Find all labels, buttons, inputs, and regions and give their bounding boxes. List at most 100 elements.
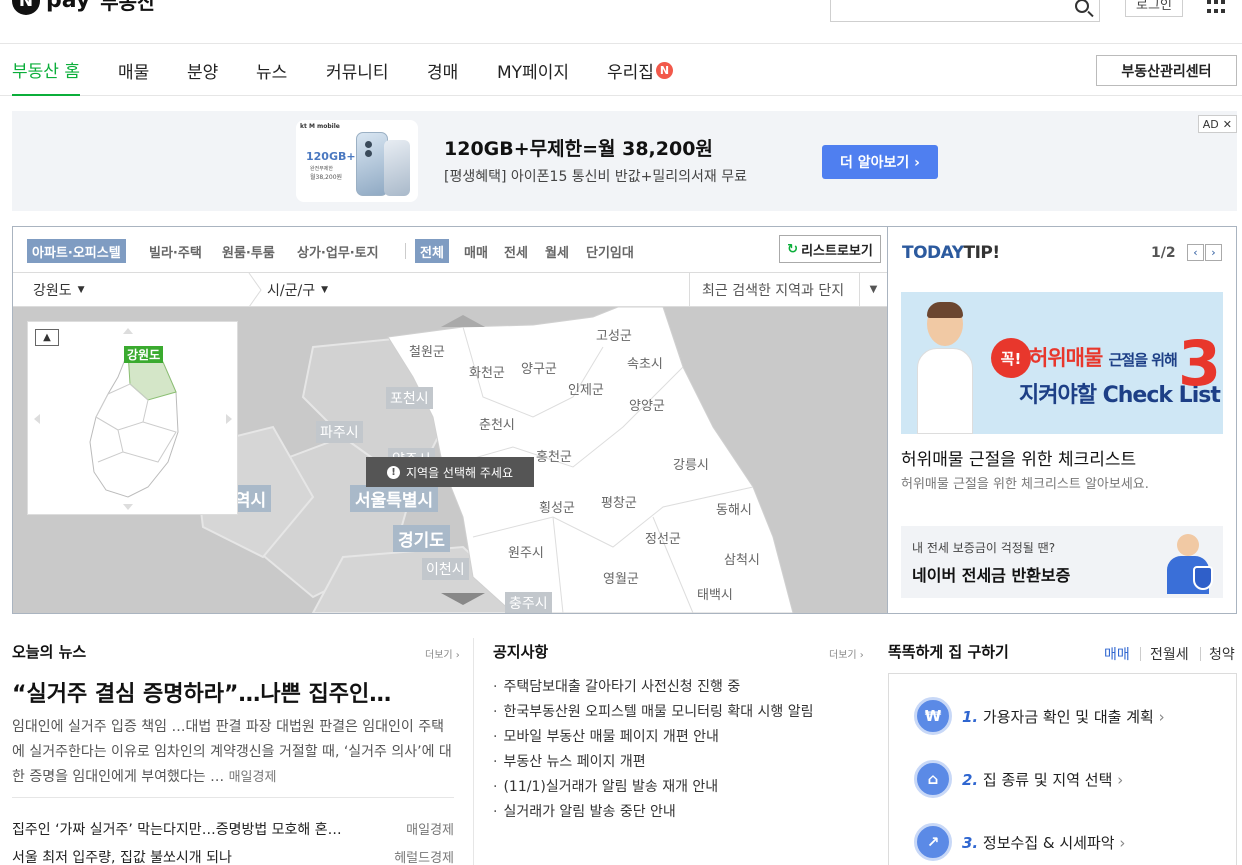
region-yeongwol[interactable]: 영월군 <box>603 568 639 587</box>
next-icon[interactable]: › <box>1205 244 1222 261</box>
notice-item[interactable]: 모바일 부동산 매물 페이지 개편 안내 <box>493 726 718 746</box>
main-nav: 부동산 홈 매물 분양 뉴스 커뮤니티 경매 MY페이지 우리집 N 부동산관리… <box>0 45 1242 96</box>
npay-real-estate-logo[interactable]: N pay 부동산 <box>12 0 155 15</box>
step-number: 2. <box>962 770 979 789</box>
step-item[interactable]: ↗ 3. 정보수집 & 시세파악 › <box>914 822 1125 862</box>
prev-icon[interactable]: ‹ <box>1187 244 1204 261</box>
region-taebaek[interactable]: 태백시 <box>697 584 733 603</box>
step-item[interactable]: ₩ 1. 가용자금 확인 및 대출 계획 › <box>914 696 1165 736</box>
app-grid-icon[interactable] <box>1207 0 1225 14</box>
today-tip-title-b: TIP! <box>963 243 1001 263</box>
man-illustration <box>913 302 977 434</box>
map-panel: 아파트·오피스텔 빌라·주택 원룸·투룸 상가·업무·토지 전체 매매 전세 월… <box>12 226 888 614</box>
jeonse-guarantee-ad[interactable]: 내 전세 보증금이 걱정될 땐? 네이버 전세금 반환보증 <box>901 526 1223 598</box>
tab-commercial[interactable]: 상가·업무·토지 <box>297 239 379 263</box>
chevron-right-icon: › <box>1119 833 1126 852</box>
ad-subtitle[interactable]: [평생혜택] 아이폰15 통신비 반값+밀리의서재 무료 <box>444 166 747 186</box>
tab-monthly[interactable]: 월세 <box>545 239 569 263</box>
nav-news[interactable]: 뉴스 <box>256 45 287 96</box>
tab-house-sale[interactable]: 매매 <box>1104 644 1130 664</box>
login-button[interactable]: 로그인 <box>1125 0 1183 17</box>
nav-auction[interactable]: 경매 <box>427 45 458 96</box>
region-goseong[interactable]: 고성군 <box>596 325 632 344</box>
notice-item[interactable]: 한국부동산원 오피스텔 매물 모니터링 확대 시행 알림 <box>493 701 813 721</box>
news-body[interactable]: 임대인에 실거주 입증 책임 …대법 판결 파장 대법원 판결은 임대인이 주택… <box>12 715 454 790</box>
toast-text: 지역을 선택해 주세요 <box>406 465 513 480</box>
agent-center-button[interactable]: 부동산관리센터 <box>1096 55 1237 86</box>
ad-title[interactable]: 120GB+무제한=월 38,200원 <box>444 134 713 161</box>
news-headline[interactable]: “실거주 결심 증명하라”…나쁜 집주인… <box>12 676 454 708</box>
logo-pay-text: pay <box>46 0 91 13</box>
nav-mypage[interactable]: MY페이지 <box>497 45 569 96</box>
tab-jeonse[interactable]: 전세 <box>504 239 528 263</box>
region-hongcheon[interactable]: 홍천군 <box>536 446 572 465</box>
region-gyeonggi[interactable]: 경기도 <box>393 525 450 552</box>
search-input[interactable] <box>830 0 1100 22</box>
recent-search-select[interactable]: 최근 검색한 지역과 단지 ▼ <box>689 273 887 306</box>
region-wonju[interactable]: 원주시 <box>508 542 544 561</box>
nav-presale[interactable]: 분양 <box>187 45 218 96</box>
tab-villa[interactable]: 빌라·주택 <box>149 239 202 263</box>
region-donghae[interactable]: 동해시 <box>716 499 752 518</box>
dropdown-caret-icon[interactable]: ▼ <box>859 273 887 306</box>
mini-map-gangwon-label[interactable]: 강원도 <box>124 346 164 363</box>
ad-banner[interactable]: kt M mobile 120GB+ 완전무제한 월38,200원 120GB+… <box>12 111 1237 211</box>
region-hoengseong[interactable]: 횡성군 <box>539 497 575 516</box>
tab-apartment[interactable]: 아파트·오피스텔 <box>27 239 126 263</box>
region-map[interactable]: 고성군 철원군 화천군 양구군 속초시 인제군 양양군 춘천시 홍천군 강릉시 … <box>13 307 887 613</box>
nav-myhome[interactable]: 우리집 N <box>607 45 673 96</box>
tab-all[interactable]: 전체 <box>415 239 449 263</box>
region-yanggu[interactable]: 양구군 <box>521 358 557 377</box>
mini-map[interactable]: ▲ 강원도 <box>27 321 238 515</box>
tab-sale[interactable]: 매매 <box>464 239 488 263</box>
ad-learn-more-button[interactable]: 더 알아보기 › <box>822 145 938 179</box>
region-samcheok[interactable]: 삼척시 <box>724 549 760 568</box>
region-jeongseon[interactable]: 정선군 <box>645 528 681 547</box>
region-paju[interactable]: 파주시 <box>316 421 363 443</box>
region-pyeongchang[interactable]: 평창군 <box>601 492 637 511</box>
tip-page-indicator: 1/2 <box>1151 245 1176 261</box>
step-item[interactable]: ⌂ 2. 집 종류 및 지역 선택 › <box>914 759 1123 799</box>
region-seoul[interactable]: 서울특별시 <box>350 485 439 512</box>
region-pocheon[interactable]: 포천시 <box>386 387 433 409</box>
search-icon[interactable] <box>1075 0 1089 13</box>
city-select[interactable]: 시/군/구 ▼ <box>267 273 328 307</box>
tab-house-rent[interactable]: 전월세 <box>1150 644 1189 664</box>
notice-more-link[interactable]: 더보기 › <box>829 646 864 661</box>
region-hwacheon[interactable]: 화천군 <box>469 362 505 381</box>
nav-listings[interactable]: 매물 <box>118 45 149 96</box>
news-item[interactable]: 서울 최저 입주량, 집값 불쏘시개 되나 헤럴드경제 <box>12 847 454 865</box>
step-label: 집 종류 및 지역 선택 <box>982 770 1113 789</box>
today-tip-title-a: TODAY <box>902 243 964 263</box>
ad-mark[interactable]: AD ✕ <box>1197 115 1237 133</box>
region-sokcho[interactable]: 속초시 <box>627 353 663 372</box>
news-item[interactable]: 집주인 ‘가짜 실거주’ 막는다지만…증명방법 모호해 혼… 매일경제 <box>12 819 454 839</box>
list-view-button[interactable]: ↻ 리스트로보기 <box>779 235 881 263</box>
tab-oneroom[interactable]: 원룸·투룸 <box>222 239 275 263</box>
ad-image[interactable]: kt M mobile 120GB+ 완전무제한 월38,200원 <box>296 120 418 202</box>
region-chungju[interactable]: 충주시 <box>505 592 552 613</box>
close-icon[interactable]: ✕ <box>1223 118 1232 131</box>
tab-house-subscription[interactable]: 청약 <box>1209 644 1235 664</box>
house-steps: ₩ 1. 가용자금 확인 및 대출 계획 › ⌂ 2. 집 종류 및 지역 선택… <box>888 673 1237 865</box>
tip-banner-image[interactable]: 꼭! 허위매물 근절을 위해 지켜야할 Check List 3 <box>901 292 1223 434</box>
region-yangyang[interactable]: 양양군 <box>629 395 665 414</box>
nav-community[interactable]: 커뮤니티 <box>326 45 389 96</box>
region-cheorwon[interactable]: 철원군 <box>409 341 445 360</box>
region-gangneung[interactable]: 강릉시 <box>673 454 709 473</box>
nav-myhome-label: 우리집 <box>607 63 654 83</box>
tip-heading[interactable]: 허위매물 근절을 위한 체크리스트 <box>901 445 1136 470</box>
notice-item[interactable]: 부동산 뉴스 페이지 개편 <box>493 751 645 771</box>
notice-item[interactable]: 주택담보대출 갈아타기 사전신청 진행 중 <box>493 676 740 696</box>
region-inje[interactable]: 인제군 <box>568 379 604 398</box>
news-more-link[interactable]: 더보기 › <box>425 646 460 661</box>
tip-description[interactable]: 허위매물 근절을 위한 체크리스트 알아보세요. <box>901 473 1149 492</box>
region-icheon[interactable]: 이천시 <box>422 558 469 580</box>
notice-item[interactable]: (11/1)실거래가 알림 발송 재개 안내 <box>493 776 718 796</box>
jeonse-ad-title: 네이버 전세금 반환보증 <box>912 566 1071 585</box>
nav-home[interactable]: 부동산 홈 <box>12 45 80 96</box>
province-select[interactable]: 강원도 ▼ <box>33 273 85 307</box>
tab-short-term[interactable]: 단기임대 <box>586 239 634 263</box>
notice-item[interactable]: 실거래가 알림 발송 중단 안내 <box>493 801 675 821</box>
region-chuncheon[interactable]: 춘천시 <box>479 414 515 433</box>
